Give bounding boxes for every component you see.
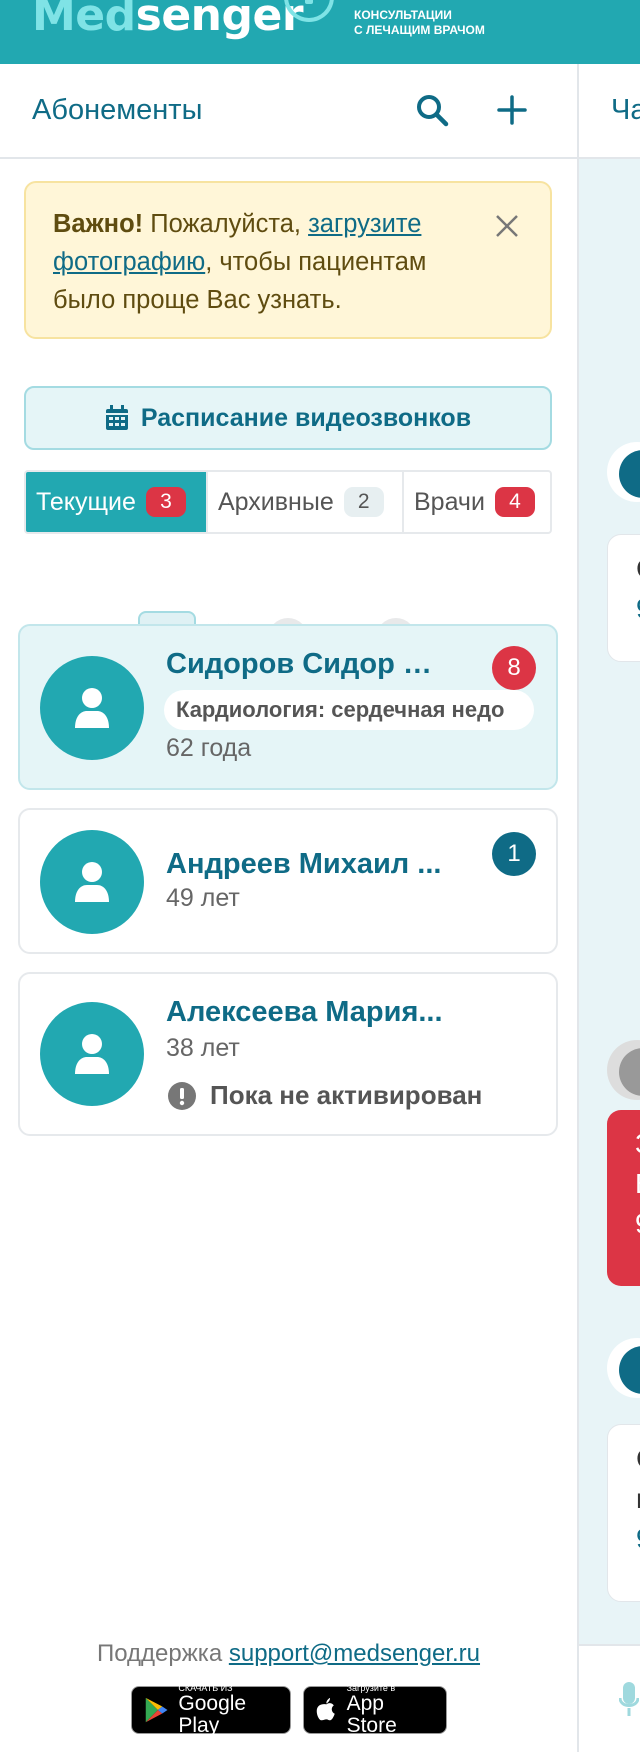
chat-message-line: 9 — [636, 1523, 640, 1563]
chat-message-line: 9 — [635, 1208, 640, 1248]
logo-tagline: КОНСУЛЬТАЦИИ С ЛЕЧАЩИМ ВРАЧОМ — [354, 8, 485, 38]
app-store-big: App Store — [346, 1692, 397, 1737]
chat-message-line: В — [635, 1168, 640, 1208]
panel-title: Абонементы — [32, 94, 203, 126]
close-icon — [496, 215, 518, 237]
panel-header: Абонементы — [0, 64, 577, 159]
tab-doctors[interactable]: Врачи 4 — [404, 472, 550, 532]
patient-status-label: Пока не активирован — [210, 1080, 483, 1110]
tab-archived[interactable]: Архивные 2 — [208, 472, 404, 532]
chat-message-line: С — [636, 553, 640, 593]
chat-input-bar — [579, 1644, 640, 1752]
patient-age: 38 лет — [166, 1034, 240, 1062]
google-play-button[interactable]: СКАЧАТЬ ИЗ Google Play — [131, 1683, 291, 1737]
google-play-icon — [145, 1697, 168, 1723]
avatar — [40, 1002, 144, 1106]
support-label: Поддержка — [96, 1640, 229, 1667]
tab-current-badge: 3 — [145, 487, 186, 517]
patient-card[interactable]: Андреев Михаил ... 49 лет 1 — [18, 808, 558, 954]
alert-strong: Важно! — [53, 210, 144, 238]
chat-message-line: З — [635, 1128, 640, 1168]
tab-current-label: Текущие — [36, 487, 136, 516]
patient-card[interactable]: Алексеева Мария... 38 лет Пока не активи… — [18, 972, 558, 1136]
tab-doctors-label: Врачи — [414, 487, 485, 516]
alert-text-before: Пожалуйста, — [143, 210, 309, 238]
patient-program-tag: Кардиология: сердечная недо — [164, 690, 534, 730]
chat-panel: Ча С 9 З В 9 С п 9 — [577, 64, 640, 1752]
chat-title: Ча — [611, 94, 640, 126]
patient-tabs: Текущие 3 Архивные 2 Врачи 4 — [24, 470, 552, 534]
bot-avatar — [607, 1040, 640, 1100]
unread-count-badge: 1 — [492, 832, 536, 876]
google-play-big: Google Play — [178, 1692, 247, 1737]
logo-senger-text: senger — [135, 0, 304, 41]
video-schedule-button[interactable]: Расписание видеозвонков — [24, 386, 552, 450]
user-icon — [75, 1034, 109, 1074]
chat-message: С 9 — [607, 534, 640, 662]
chat-header: Ча — [579, 64, 640, 159]
patient-card[interactable]: Сидоров Сидор С... Кардиология: сердечна… — [18, 624, 558, 790]
doctor-avatar — [607, 442, 640, 502]
patient-name[interactable]: Алексеева Мария... — [166, 996, 466, 1029]
microphone-icon[interactable] — [619, 1682, 639, 1718]
doctor-avatar — [607, 1338, 640, 1398]
store-badges: СКАЧАТЬ ИЗ Google Play Загрузите в App S… — [131, 1683, 447, 1737]
avatar — [40, 830, 144, 934]
chat-message-line: 9 — [636, 593, 640, 633]
support-email-link[interactable]: support@medsenger.ru — [229, 1640, 480, 1667]
tagline-line-1: КОНСУЛЬТАЦИИ — [354, 8, 452, 22]
avatar — [40, 656, 144, 760]
search-button[interactable] — [410, 88, 454, 132]
subscriptions-panel: Абонементы Важно! Пожалуйста, загрузите … — [0, 64, 577, 1752]
upload-photo-alert: Важно! Пожалуйста, загрузите фотографию,… — [24, 181, 552, 339]
app-header: Medsenger КОНСУЛЬТАЦИИ С ЛЕЧАЩИМ ВРАЧОМ — [0, 0, 640, 64]
chat-message: С п 9 — [607, 1424, 640, 1602]
patient-age: 49 лет — [166, 884, 240, 912]
tab-archived-label: Архивные — [218, 487, 334, 516]
patient-status: Пока не активирован — [168, 1080, 482, 1111]
tagline-line-2: С ЛЕЧАЩИМ ВРАЧОМ — [354, 23, 485, 37]
tab-current[interactable]: Текущие 3 — [26, 472, 208, 532]
search-icon — [417, 95, 449, 127]
chat-message-line: п — [636, 1483, 640, 1523]
chat-message-line: С — [636, 1443, 640, 1483]
user-icon — [75, 688, 109, 728]
medsenger-logo[interactable]: Medsenger — [32, 0, 304, 41]
add-button[interactable] — [490, 88, 534, 132]
support-line: Поддержка support@medsenger.ru — [0, 1640, 577, 1668]
patient-name[interactable]: Сидоров Сидор С... — [166, 648, 446, 681]
user-icon — [75, 862, 109, 902]
video-schedule-label: Расписание видеозвонков — [140, 403, 472, 432]
unread-count-badge: 8 — [492, 646, 536, 690]
alert-close-button[interactable] — [492, 211, 522, 241]
tab-doctors-badge: 4 — [494, 487, 535, 517]
apple-icon — [316, 1697, 335, 1721]
calendar-icon — [105, 405, 128, 430]
app-store-button[interactable]: Загрузите в App Store — [303, 1683, 447, 1737]
logo-med-text: Med — [32, 0, 136, 41]
exclamation-circle-icon — [168, 1081, 196, 1110]
chat-alert-message: З В 9 — [607, 1110, 640, 1286]
plus-icon — [497, 95, 527, 125]
tab-archived-badge: 2 — [343, 487, 384, 517]
patient-name[interactable]: Андреев Михаил ... — [166, 848, 446, 881]
patient-age: 62 года — [166, 734, 252, 762]
